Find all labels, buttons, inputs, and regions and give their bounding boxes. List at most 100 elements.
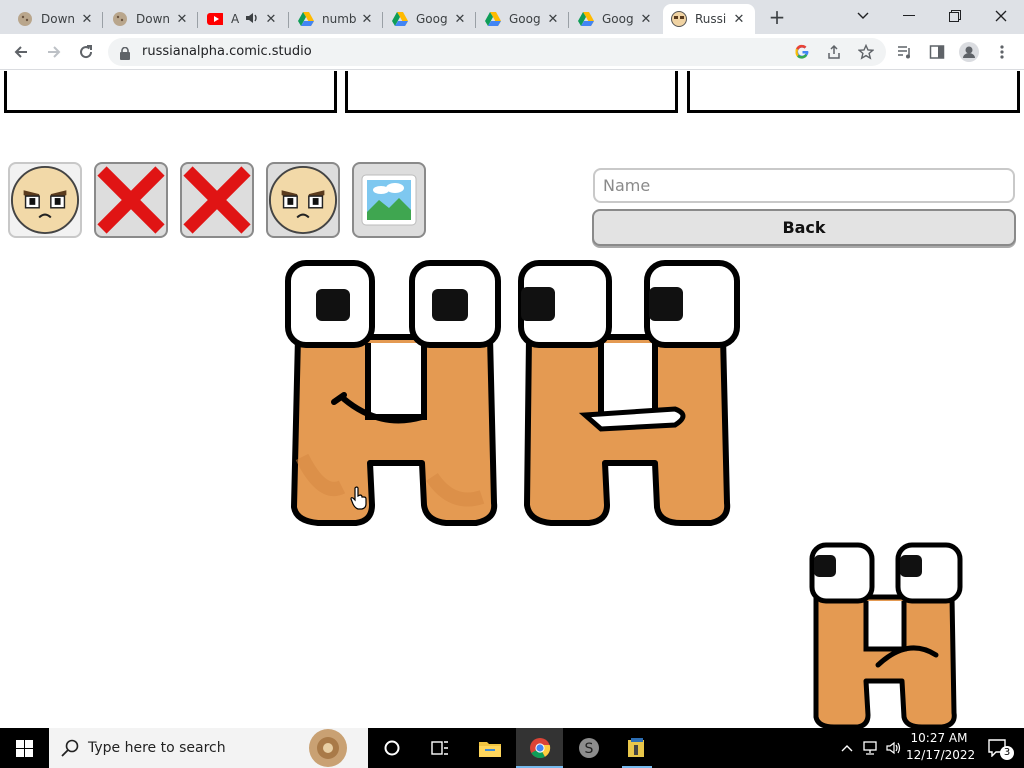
chrome-icon — [529, 738, 550, 759]
speaker-icon[interactable] — [245, 11, 263, 28]
search-placeholder: Type here to search — [88, 740, 226, 756]
browser-toolbar: russianalpha.comic.studio — [0, 34, 1024, 70]
drive-icon — [392, 11, 408, 27]
volume-icon — [886, 741, 901, 755]
windows-logo-icon — [15, 739, 33, 757]
task-view-icon — [431, 741, 448, 755]
clock-date: 12/17/2022 — [906, 748, 976, 762]
clock-time: 10:27 AM — [910, 731, 968, 745]
tab-divider — [568, 12, 569, 28]
tab-1[interactable]: Down ✕ — [9, 4, 103, 34]
letter-face-icon — [671, 11, 687, 27]
comic-panel-1[interactable] — [4, 71, 337, 113]
tab-title: Down — [41, 12, 76, 26]
search-icon — [61, 739, 79, 761]
bookmark-star-icon[interactable] — [854, 40, 878, 64]
character-thumb-2-empty[interactable] — [94, 162, 168, 238]
comic-panel-3[interactable] — [687, 71, 1020, 113]
reload-button[interactable] — [74, 40, 98, 64]
tab-title: Goog — [602, 12, 634, 26]
tab-3[interactable]: A ✕ — [199, 4, 289, 34]
close-tab-icon[interactable]: ✕ — [545, 12, 561, 27]
letter-h-character-grimacing[interactable] — [515, 257, 745, 529]
volume-button[interactable] — [883, 728, 905, 768]
close-tab-icon[interactable]: ✕ — [638, 12, 654, 27]
notification-center-button[interactable]: 3 — [978, 728, 1018, 768]
network-button[interactable] — [860, 728, 882, 768]
tab-title: A — [231, 12, 240, 26]
youtube-icon — [207, 11, 223, 27]
tab-2[interactable]: Down ✕ — [104, 4, 198, 34]
tab-divider — [197, 12, 198, 28]
close-tab-icon[interactable]: ✕ — [359, 12, 375, 27]
tab-8-active[interactable]: Russi ✕ — [663, 4, 755, 34]
angry-face-icon — [10, 165, 80, 235]
url-text[interactable]: russianalpha.comic.studio — [142, 44, 312, 59]
close-tab-icon[interactable]: ✕ — [731, 12, 747, 27]
tab-4[interactable]: numb ✕ — [290, 4, 383, 34]
start-button[interactable] — [0, 728, 48, 768]
cortana-circle-icon — [384, 740, 400, 756]
red-x-icon — [183, 166, 251, 234]
profile-avatar-icon[interactable] — [957, 40, 981, 64]
clock[interactable]: 10:27 AM 12/17/2022 — [906, 731, 976, 762]
chevron-up-icon — [841, 745, 853, 752]
show-hidden-icons-button[interactable] — [838, 728, 856, 768]
chrome-button[interactable] — [516, 728, 563, 768]
cookie-icon — [112, 11, 128, 27]
tab-title: Goog — [509, 12, 541, 26]
file-archive-button[interactable] — [614, 728, 660, 768]
tab-divider — [288, 12, 289, 28]
google-lens-icon[interactable] — [790, 40, 814, 64]
close-tab-icon[interactable]: ✕ — [79, 12, 95, 27]
character-name-input[interactable] — [593, 168, 1015, 203]
minimize-button[interactable] — [886, 0, 932, 32]
character-thumb-1[interactable] — [8, 162, 82, 238]
browser-menu-icon[interactable] — [990, 40, 1014, 64]
search-highlight-icon — [296, 728, 360, 768]
windows-taskbar: Type here to search S 10:27 AM 12/17/202… — [0, 728, 1024, 768]
lock-icon[interactable] — [120, 45, 130, 64]
comic-panel-2[interactable] — [345, 71, 678, 113]
close-window-button[interactable] — [978, 0, 1024, 32]
address-bar[interactable]: russianalpha.comic.studio — [108, 38, 886, 66]
character-thumb-3-empty[interactable] — [180, 162, 254, 238]
share-icon[interactable] — [822, 40, 846, 64]
back-nav-button[interactable] — [9, 40, 33, 64]
tab-7[interactable]: Goog ✕ — [570, 4, 662, 34]
file-explorer-button[interactable] — [467, 728, 513, 768]
close-tab-icon[interactable]: ✕ — [263, 12, 279, 27]
tab-divider — [382, 12, 383, 28]
archive-icon — [628, 738, 644, 757]
app-s-button[interactable]: S — [566, 728, 612, 768]
character-thumb-4[interactable] — [266, 162, 340, 238]
tab-search-button[interactable] — [840, 0, 886, 32]
side-panel-icon[interactable] — [925, 40, 949, 64]
cookie-icon — [17, 11, 33, 27]
new-tab-button[interactable]: + — [766, 7, 788, 29]
back-button[interactable]: Back — [592, 209, 1016, 246]
svg-text:S: S — [585, 741, 594, 757]
tab-6[interactable]: Goog ✕ — [477, 4, 569, 34]
letter-h-character-smiling[interactable] — [282, 257, 512, 529]
restore-button[interactable] — [932, 0, 978, 32]
tab-5[interactable]: Goog ✕ — [384, 4, 476, 34]
media-control-icon[interactable] — [893, 40, 917, 64]
letter-h-character-small[interactable] — [808, 541, 968, 728]
background-picker-thumb[interactable] — [352, 162, 426, 238]
red-x-icon — [97, 166, 165, 234]
s-app-icon: S — [579, 738, 599, 758]
taskbar-search-box[interactable]: Type here to search — [49, 728, 368, 768]
tab-strip: Down ✕ Down ✕ A ✕ numb ✕ Goog ✕ Goog ✕ G… — [0, 0, 1024, 34]
task-view-button[interactable] — [418, 728, 462, 768]
cortana-button[interactable] — [370, 728, 414, 768]
tab-title: Russi — [695, 12, 727, 26]
angry-face-icon — [268, 165, 338, 235]
tab-divider — [102, 12, 103, 28]
drive-icon — [578, 11, 594, 27]
tab-title: Goog — [416, 12, 448, 26]
close-tab-icon[interactable]: ✕ — [452, 12, 468, 27]
screen: Down ✕ Down ✕ A ✕ numb ✕ Goog ✕ Goog ✕ G… — [0, 0, 1024, 768]
forward-nav-button[interactable] — [42, 40, 66, 64]
close-tab-icon[interactable]: ✕ — [174, 12, 190, 27]
